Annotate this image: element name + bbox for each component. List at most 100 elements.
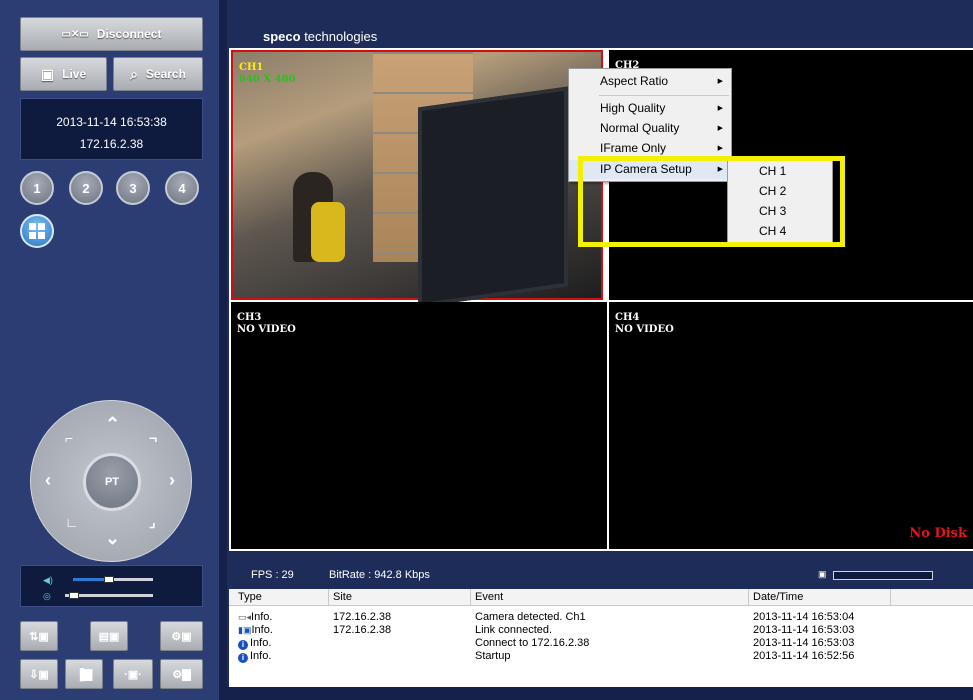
jacket-shape: [311, 202, 345, 262]
log-event: Link connected.: [475, 624, 553, 636]
menu-high-quality[interactable]: High Quality ▶: [569, 99, 731, 118]
submenu-ch3[interactable]: CH 3: [728, 201, 832, 221]
submenu-arrow-icon: ▶: [717, 105, 723, 112]
channel-1-button[interactable]: 1: [20, 171, 54, 205]
microphone-icon: ◎: [43, 591, 51, 601]
column-datetime[interactable]: Date/Time: [749, 589, 891, 606]
log-time: 2013-11-14 16:53:03: [753, 624, 855, 636]
log-row[interactable]: i Info. Startup 2013-11-14 16:52:56: [229, 650, 973, 663]
log-type: Info.: [250, 650, 272, 662]
channel-4-button[interactable]: 4: [165, 171, 199, 205]
volume-slider[interactable]: [73, 576, 153, 583]
log-event: Startup: [475, 650, 511, 662]
connection-info: 2013-11-14 16:53:38 172.16.2.38: [20, 98, 203, 160]
column-event[interactable]: Event: [471, 589, 749, 606]
pan-up-left-icon[interactable]: ⌐: [65, 429, 73, 447]
log-type: Info.: [251, 611, 273, 623]
config-icon: ⚙▇: [172, 668, 191, 681]
pan-down-right-icon[interactable]: ⌟: [149, 513, 156, 531]
gear-icon: ⚙▣: [171, 630, 192, 643]
display-icon: ▤▣: [98, 630, 120, 643]
record-tool-button[interactable]: ⇅▣: [20, 621, 58, 651]
quad-grid-icon: [29, 223, 45, 239]
ch4-status: NO VIDEO: [615, 324, 674, 335]
zoom-icon: ·▣·: [124, 668, 142, 681]
menu-ip-camera-setup-label: IP Camera Setup: [600, 162, 692, 176]
search-label: Search: [145, 67, 186, 81]
ptz-control[interactable]: ⌃ ⌄ ‹ › ⌐ ¬ ∟ ⌟ PT: [30, 400, 192, 562]
menu-aspect-ratio[interactable]: Aspect Ratio ▶: [569, 72, 731, 91]
ch3-status: NO VIDEO: [237, 324, 296, 335]
log-type-cell: i Info.: [234, 637, 271, 650]
mic-knob[interactable]: [68, 592, 79, 599]
log-time: 2013-11-14 16:52:56: [753, 650, 855, 662]
settings-tool-button[interactable]: ⚙▣: [160, 621, 203, 651]
channel-3-button[interactable]: 3: [116, 171, 150, 205]
ch1-resolution: 640 X 480: [239, 74, 296, 85]
column-type[interactable]: Type: [234, 589, 329, 606]
mic-slider[interactable]: [65, 592, 153, 599]
submenu-arrow-icon: ▶: [717, 145, 723, 152]
logo-rest: technologies: [300, 29, 378, 44]
disconnect-button[interactable]: ▭✕▭ Disconnect: [20, 17, 203, 51]
volume-knob[interactable]: [104, 576, 114, 583]
pan-left-icon[interactable]: ‹: [45, 471, 51, 489]
control-panel: ▭✕▭ Disconnect ▣ Live ⌕ Search 2013-11-1…: [0, 0, 219, 700]
pan-up-icon[interactable]: ⌃: [105, 415, 120, 433]
disconnect-label: Disconnect: [96, 27, 162, 41]
config-tool-button[interactable]: ⚙▇: [160, 659, 203, 689]
ch4-label: CH4 NO VIDEO: [615, 312, 674, 336]
snapshot-tool-button[interactable]: ⇩▣: [20, 659, 58, 689]
bottom-strip: [219, 687, 973, 700]
log-time: 2013-11-14 16:53:04: [753, 611, 855, 623]
column-site[interactable]: Site: [329, 589, 471, 606]
log-row[interactable]: i Info. Connect to 172.16.2.38 2013-11-14…: [229, 637, 973, 650]
submenu-ch1[interactable]: CH 1: [728, 161, 832, 181]
pan-up-right-icon[interactable]: ¬: [149, 429, 157, 447]
info-icon: i: [238, 653, 248, 663]
log-header: Type Site Event Date/Time: [229, 589, 973, 606]
menu-iframe-only[interactable]: IFrame Only ▶: [569, 139, 731, 158]
ch4-name: CH4: [615, 312, 640, 323]
log-row[interactable]: ▭◂Info. 172.16.2.38 Camera detected. Ch1…: [229, 611, 973, 624]
ptz-center-button[interactable]: PT: [83, 453, 141, 511]
log-row[interactable]: ▮▣Info. 172.16.2.38 Link connected. 2013…: [229, 624, 973, 637]
display-tool-button[interactable]: ▤▣: [90, 621, 128, 651]
log-event: Camera detected. Ch1: [475, 611, 586, 623]
pan-right-icon[interactable]: ›: [169, 471, 175, 489]
submenu-ch2[interactable]: CH 2: [728, 181, 832, 201]
record-icon: ⇅▣: [29, 630, 49, 643]
zoom-tool-button[interactable]: ·▣·: [113, 659, 153, 689]
pan-down-left-icon[interactable]: ∟: [65, 513, 79, 531]
ch1-name: CH1: [239, 62, 264, 73]
menu-high-quality-label: High Quality: [600, 101, 666, 115]
status-bar: FPS : 29 BitRate : 942.8 Kbps ▣: [229, 563, 973, 587]
layout-tool-button[interactable]: ▐▇: [65, 659, 103, 689]
monitor-shape: [418, 86, 568, 308]
logo-bold: speco: [263, 29, 301, 44]
submenu-arrow-icon: ▶: [717, 78, 723, 85]
camera-tile-ch3[interactable]: CH3 NO VIDEO: [231, 302, 607, 549]
info-icon: i: [238, 640, 248, 650]
bitrate-readout: BitRate : 942.8 Kbps: [329, 569, 430, 581]
menu-ip-camera-setup[interactable]: IP Camera Setup ▶: [569, 160, 731, 179]
current-datetime: 2013-11-14 16:53:38: [56, 115, 167, 129]
menu-normal-quality-label: Normal Quality: [600, 121, 680, 135]
channel-2-button[interactable]: 2: [69, 171, 103, 205]
submenu-ch4[interactable]: CH 4: [728, 221, 832, 241]
search-button[interactable]: ⌕ Search: [113, 57, 203, 91]
search-icon: ⌕: [130, 65, 138, 82]
disk-usage-bar: [833, 571, 933, 580]
camera-tile-ch1[interactable]: CH1 640 X 480: [231, 50, 603, 308]
live-button[interactable]: ▣ Live: [20, 57, 107, 91]
camera-tile-ch4[interactable]: CH4 NO VIDEO No Disk: [609, 302, 973, 549]
live-view-icon: ▣: [40, 65, 55, 82]
pan-down-icon[interactable]: ⌄: [105, 529, 120, 547]
network-icon: ▭✕▭: [61, 28, 89, 40]
layout-icon: ▐▇: [75, 668, 93, 681]
audio-controls: ◀) ◎: [20, 565, 203, 607]
menu-iframe-only-label: IFrame Only: [600, 141, 667, 155]
menu-normal-quality[interactable]: Normal Quality ▶: [569, 119, 731, 138]
quad-view-button[interactable]: [20, 214, 54, 248]
connected-ip: 172.16.2.38: [79, 137, 144, 151]
